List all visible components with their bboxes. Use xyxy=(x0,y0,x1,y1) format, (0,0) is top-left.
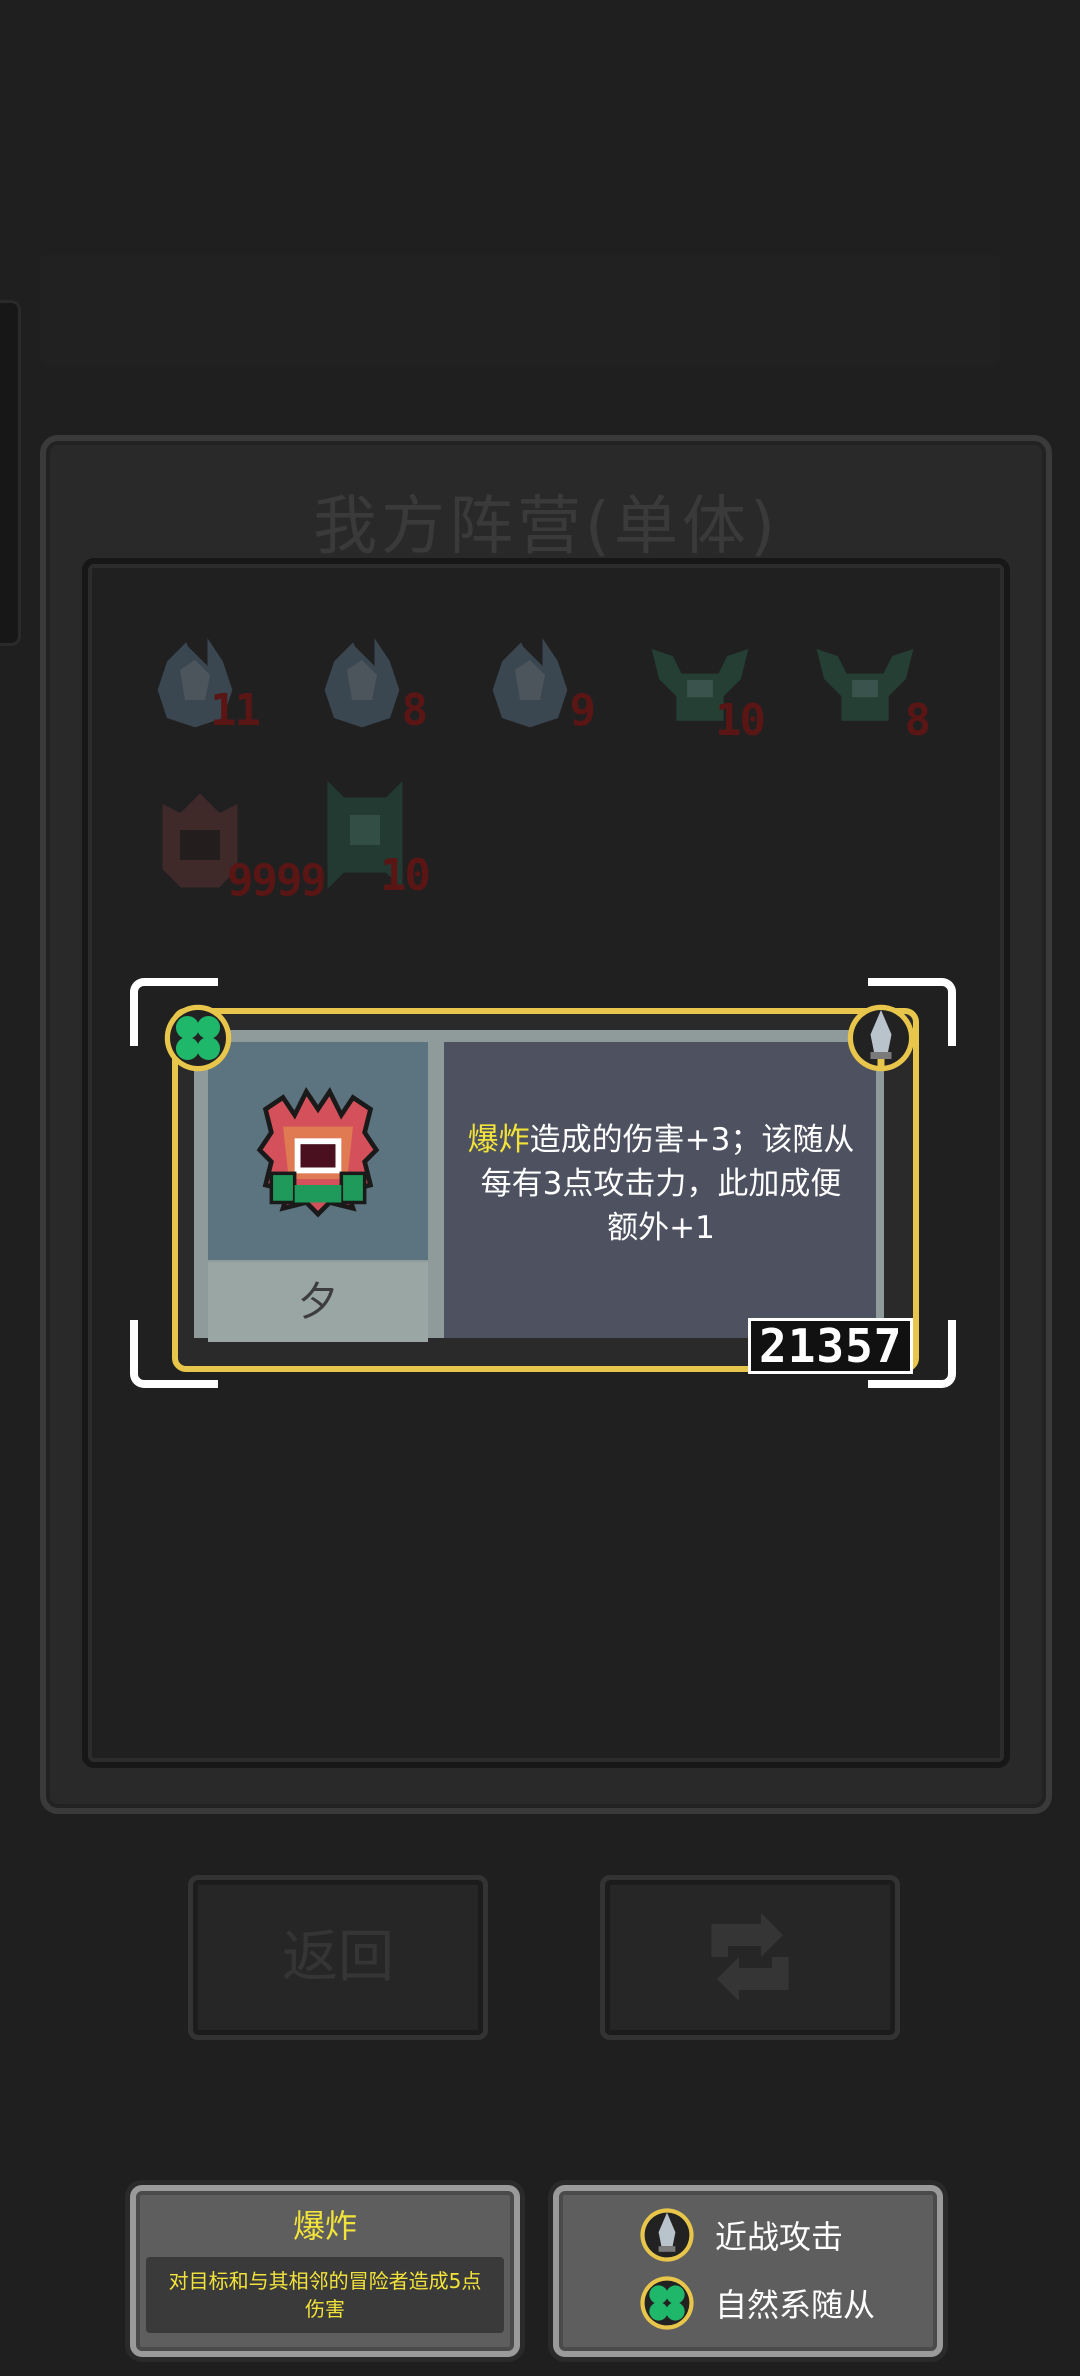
unit-plant-monster[interactable]: 9999 xyxy=(135,770,327,910)
card-description: 爆炸造成的伤害+3；该随从 每有3点攻击力，此加成便 额外+1 xyxy=(446,1118,876,1250)
panel-title: 我方阵营(单体) xyxy=(313,490,779,564)
clover-icon xyxy=(163,1003,233,1073)
unit-count: 8 xyxy=(904,695,931,746)
unit-count: 9 xyxy=(569,685,596,736)
clover-icon xyxy=(640,2276,694,2330)
trait-label: 自然系随从 xyxy=(715,2286,876,2324)
unit-count: 11 xyxy=(210,685,261,736)
dagger-icon xyxy=(640,2208,694,2262)
trait-row: 自然系随从 xyxy=(639,2275,875,2331)
unit-green-crab[interactable]: 8 xyxy=(805,610,931,750)
refresh-icon xyxy=(711,1913,789,2001)
unit-count: 8 xyxy=(401,685,428,736)
desc-line-3: 额外+1 xyxy=(607,1210,715,1246)
unit-count: 10 xyxy=(715,695,766,746)
unit-flame-spirit[interactable]: 8 xyxy=(302,600,428,740)
side-drawer-tab xyxy=(0,300,21,646)
unit-flame-spirit[interactable]: 9 xyxy=(470,600,596,740)
keyword-explosion[interactable]: 爆炸 xyxy=(468,1122,530,1158)
desc-line-2: 每有3点攻击力，此加成便 xyxy=(480,1166,842,1202)
traits-panel: 近战攻击 自然系随从 xyxy=(553,2185,943,2357)
back-button[interactable]: 返回 xyxy=(188,1875,488,2040)
unit-totem-guardian[interactable]: 10 xyxy=(305,765,431,905)
dagger-icon xyxy=(846,1003,916,1073)
refresh-button[interactable] xyxy=(600,1875,900,2040)
card-power-score: 21357 xyxy=(748,1318,914,1374)
card-portrait xyxy=(208,1042,428,1260)
desc-line-1: 造成的伤害+3；该随从 xyxy=(529,1122,855,1158)
keyword-description: 对目标和与其相邻的冒险者造成5点伤害 xyxy=(146,2257,504,2333)
dimmed-header xyxy=(40,255,1000,365)
back-button-label: 返回 xyxy=(282,1925,394,1990)
unit-count: 10 xyxy=(380,850,431,901)
keyword-title: 爆炸 xyxy=(292,2207,357,2245)
unit-flame-spirit[interactable]: 11 xyxy=(135,600,261,740)
plant-monster-icon xyxy=(256,1087,380,1218)
card-name: 夕 xyxy=(208,1262,428,1342)
unit-green-crab[interactable]: 10 xyxy=(640,610,766,750)
keyword-info-panel: 爆炸 对目标和与其相邻的冒险者造成5点伤害 xyxy=(130,2185,520,2357)
trait-row: 近战攻击 xyxy=(639,2207,843,2263)
trait-label: 近战攻击 xyxy=(715,2218,844,2256)
